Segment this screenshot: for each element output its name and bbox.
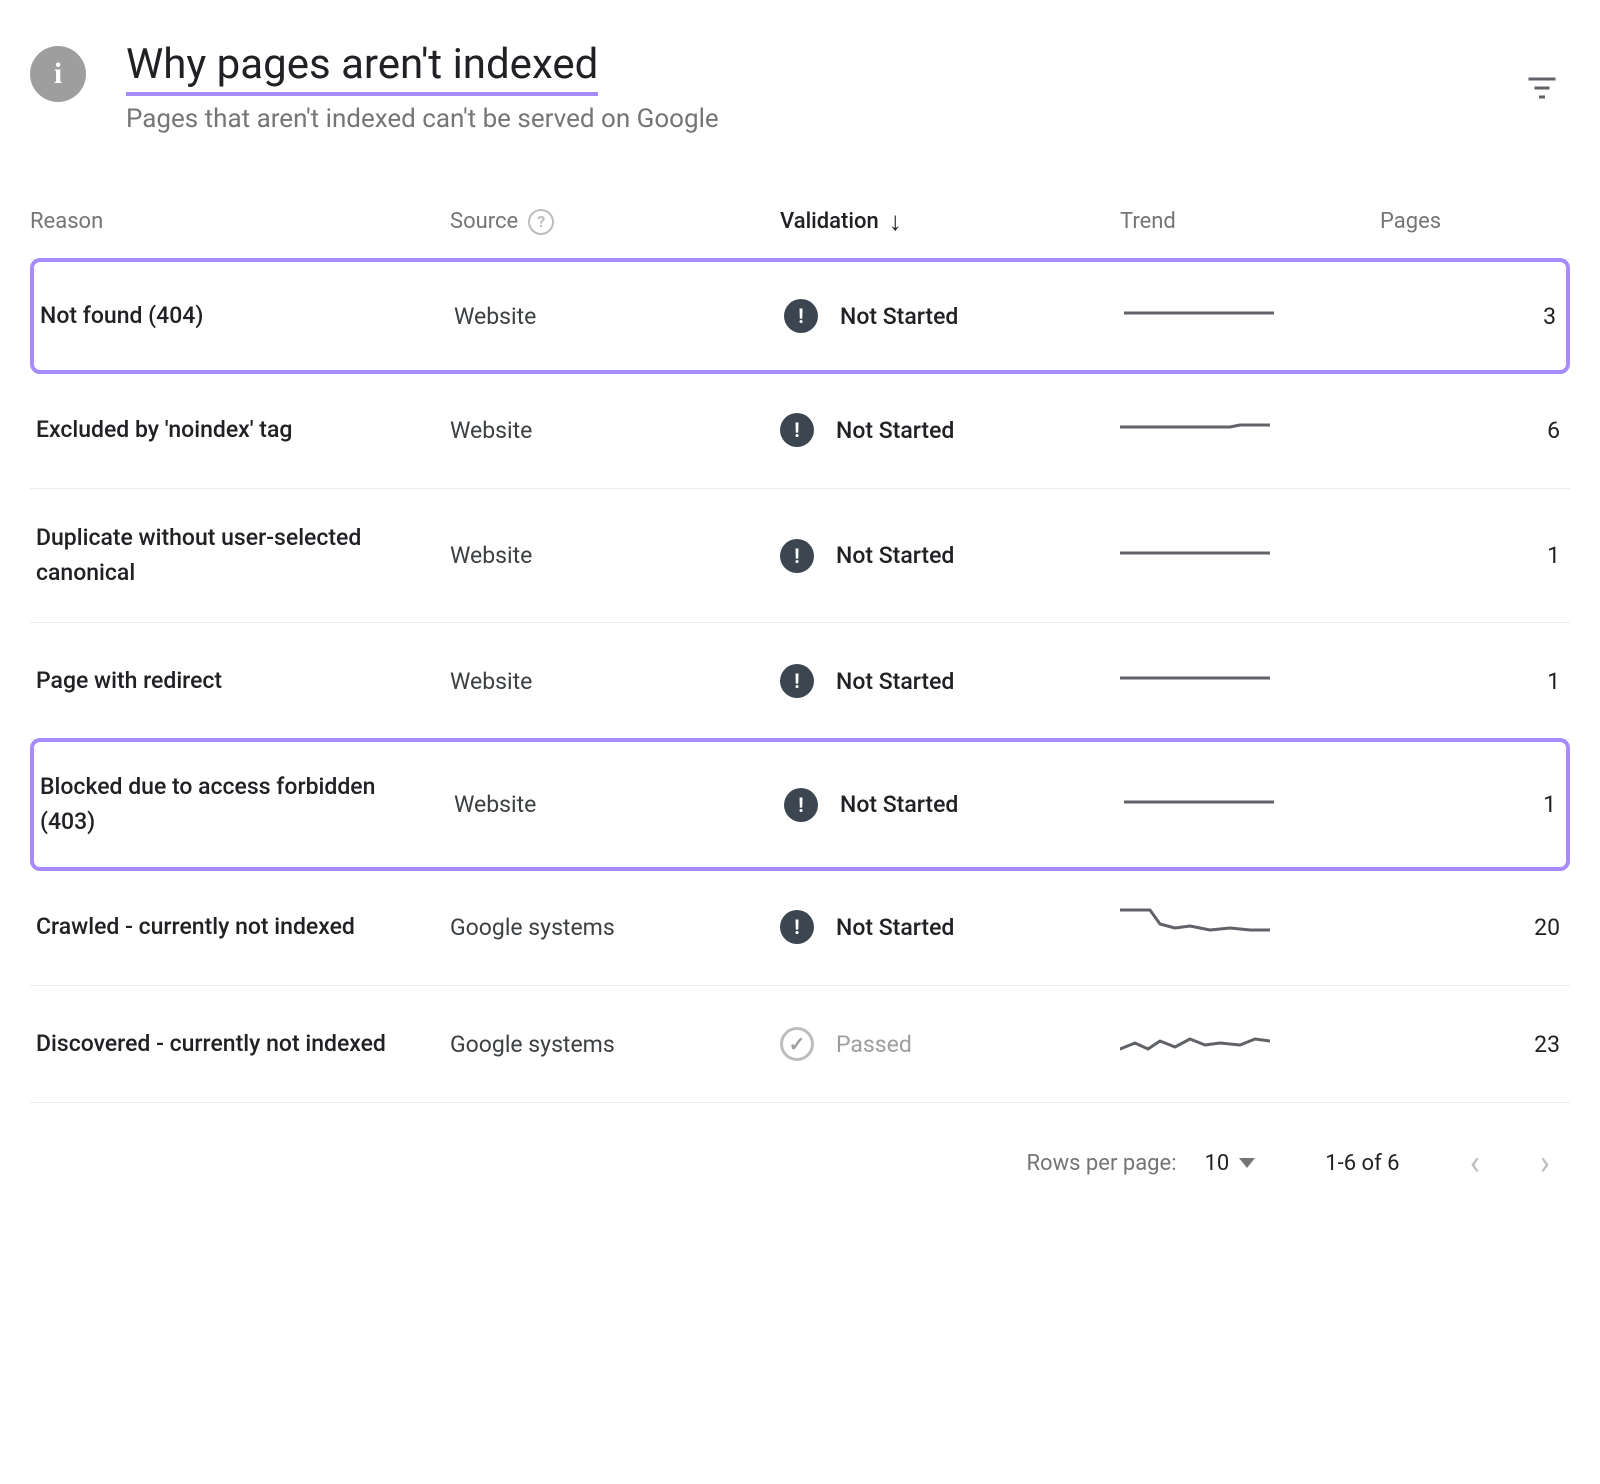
cell-source: Website bbox=[450, 542, 780, 569]
cell-validation: Not Started bbox=[780, 664, 1120, 698]
validation-label: Not Started bbox=[836, 914, 954, 941]
table-row[interactable]: Crawled - currently not indexed Google s… bbox=[30, 869, 1570, 986]
col-pages-label: Pages bbox=[1380, 209, 1441, 234]
prev-page-button[interactable]: ‹ bbox=[1470, 1143, 1480, 1183]
col-reason[interactable]: Reason bbox=[30, 209, 450, 234]
table-footer: Rows per page: 10 1-6 of 6 ‹ › bbox=[30, 1103, 1570, 1193]
table-row[interactable]: Discovered - currently not indexed Googl… bbox=[30, 986, 1570, 1103]
validation-label: Not Started bbox=[840, 791, 958, 818]
cell-validation: Not Started bbox=[780, 910, 1120, 944]
rows-per-page-select[interactable]: 10 bbox=[1205, 1151, 1256, 1176]
check-icon bbox=[780, 1027, 814, 1061]
pagination-range: 1-6 of 6 bbox=[1325, 1151, 1399, 1176]
table-row[interactable]: Duplicate without user-selected canonica… bbox=[30, 489, 1570, 623]
cell-reason: Excluded by 'noindex' tag bbox=[30, 413, 450, 448]
dropdown-icon bbox=[1239, 1158, 1255, 1168]
col-reason-label: Reason bbox=[30, 209, 103, 234]
validation-label: Not Started bbox=[836, 417, 954, 444]
cell-source: Website bbox=[450, 417, 780, 444]
section-header: i Why pages aren't indexed Pages that ar… bbox=[30, 40, 1570, 184]
warning-icon bbox=[780, 413, 814, 447]
cell-source: Google systems bbox=[450, 914, 780, 941]
reasons-table: Reason Source ? Validation ↓ Trend Pages… bbox=[30, 184, 1570, 1103]
cell-trend bbox=[1120, 530, 1380, 582]
validation-label: Not Started bbox=[836, 668, 954, 695]
cell-pages: 3 bbox=[1384, 303, 1566, 330]
validation-label: Not Started bbox=[840, 303, 958, 330]
page-title: Why pages aren't indexed bbox=[126, 40, 598, 96]
filter-icon[interactable] bbox=[1524, 70, 1560, 106]
col-validation-label: Validation bbox=[780, 209, 879, 234]
cell-source: Website bbox=[454, 303, 784, 330]
cell-trend bbox=[1120, 901, 1380, 953]
cell-source: Google systems bbox=[450, 1031, 780, 1058]
cell-pages: 6 bbox=[1380, 417, 1570, 444]
rows-per-page-value: 10 bbox=[1205, 1151, 1230, 1176]
col-source[interactable]: Source ? bbox=[450, 209, 780, 235]
cell-validation: Passed bbox=[780, 1027, 1120, 1061]
rows-per-page-label: Rows per page: bbox=[1026, 1151, 1176, 1176]
cell-reason: Discovered - currently not indexed bbox=[30, 1027, 450, 1062]
table-row[interactable]: Blocked due to access forbidden (403) We… bbox=[30, 738, 1570, 871]
table-row[interactable]: Excluded by 'noindex' tag Website Not St… bbox=[30, 372, 1570, 489]
warning-icon bbox=[780, 664, 814, 698]
page-subtitle: Pages that aren't indexed can't be serve… bbox=[126, 104, 1484, 134]
cell-validation: Not Started bbox=[784, 299, 1124, 333]
validation-label: Passed bbox=[836, 1031, 912, 1058]
cell-pages: 23 bbox=[1380, 1031, 1570, 1058]
info-icon: i bbox=[30, 46, 86, 102]
cell-pages: 1 bbox=[1380, 668, 1570, 695]
col-trend-label: Trend bbox=[1120, 209, 1176, 234]
cell-reason: Blocked due to access forbidden (403) bbox=[34, 770, 454, 839]
cell-source: Website bbox=[450, 668, 780, 695]
cell-reason: Crawled - currently not indexed bbox=[30, 910, 450, 945]
cell-trend bbox=[1124, 290, 1384, 342]
warning-icon bbox=[784, 788, 818, 822]
col-trend[interactable]: Trend bbox=[1120, 209, 1380, 234]
col-pages[interactable]: Pages bbox=[1380, 209, 1570, 234]
cell-reason: Page with redirect bbox=[30, 664, 450, 699]
validation-label: Not Started bbox=[836, 542, 954, 569]
help-icon[interactable]: ? bbox=[528, 209, 554, 235]
cell-validation: Not Started bbox=[784, 788, 1124, 822]
next-page-button[interactable]: › bbox=[1540, 1143, 1550, 1183]
cell-reason: Not found (404) bbox=[34, 299, 454, 334]
cell-pages: 1 bbox=[1380, 542, 1570, 569]
warning-icon bbox=[780, 910, 814, 944]
cell-trend bbox=[1120, 404, 1380, 456]
cell-validation: Not Started bbox=[780, 413, 1120, 447]
col-source-label: Source bbox=[450, 209, 518, 234]
table-row[interactable]: Page with redirect Website Not Started 1 bbox=[30, 623, 1570, 740]
table-row[interactable]: Not found (404) Website Not Started 3 bbox=[30, 258, 1570, 374]
warning-icon bbox=[780, 539, 814, 573]
cell-reason: Duplicate without user-selected canonica… bbox=[30, 521, 450, 590]
table-header-row: Reason Source ? Validation ↓ Trend Pages bbox=[30, 184, 1570, 260]
warning-icon bbox=[784, 299, 818, 333]
cell-source: Website bbox=[454, 791, 784, 818]
cell-pages: 1 bbox=[1384, 791, 1566, 818]
cell-trend bbox=[1120, 1018, 1380, 1070]
cell-trend bbox=[1120, 655, 1380, 707]
cell-pages: 20 bbox=[1380, 914, 1570, 941]
col-validation[interactable]: Validation ↓ bbox=[780, 206, 1120, 237]
cell-validation: Not Started bbox=[780, 539, 1120, 573]
cell-trend bbox=[1124, 779, 1384, 831]
sort-descending-icon: ↓ bbox=[889, 206, 902, 237]
